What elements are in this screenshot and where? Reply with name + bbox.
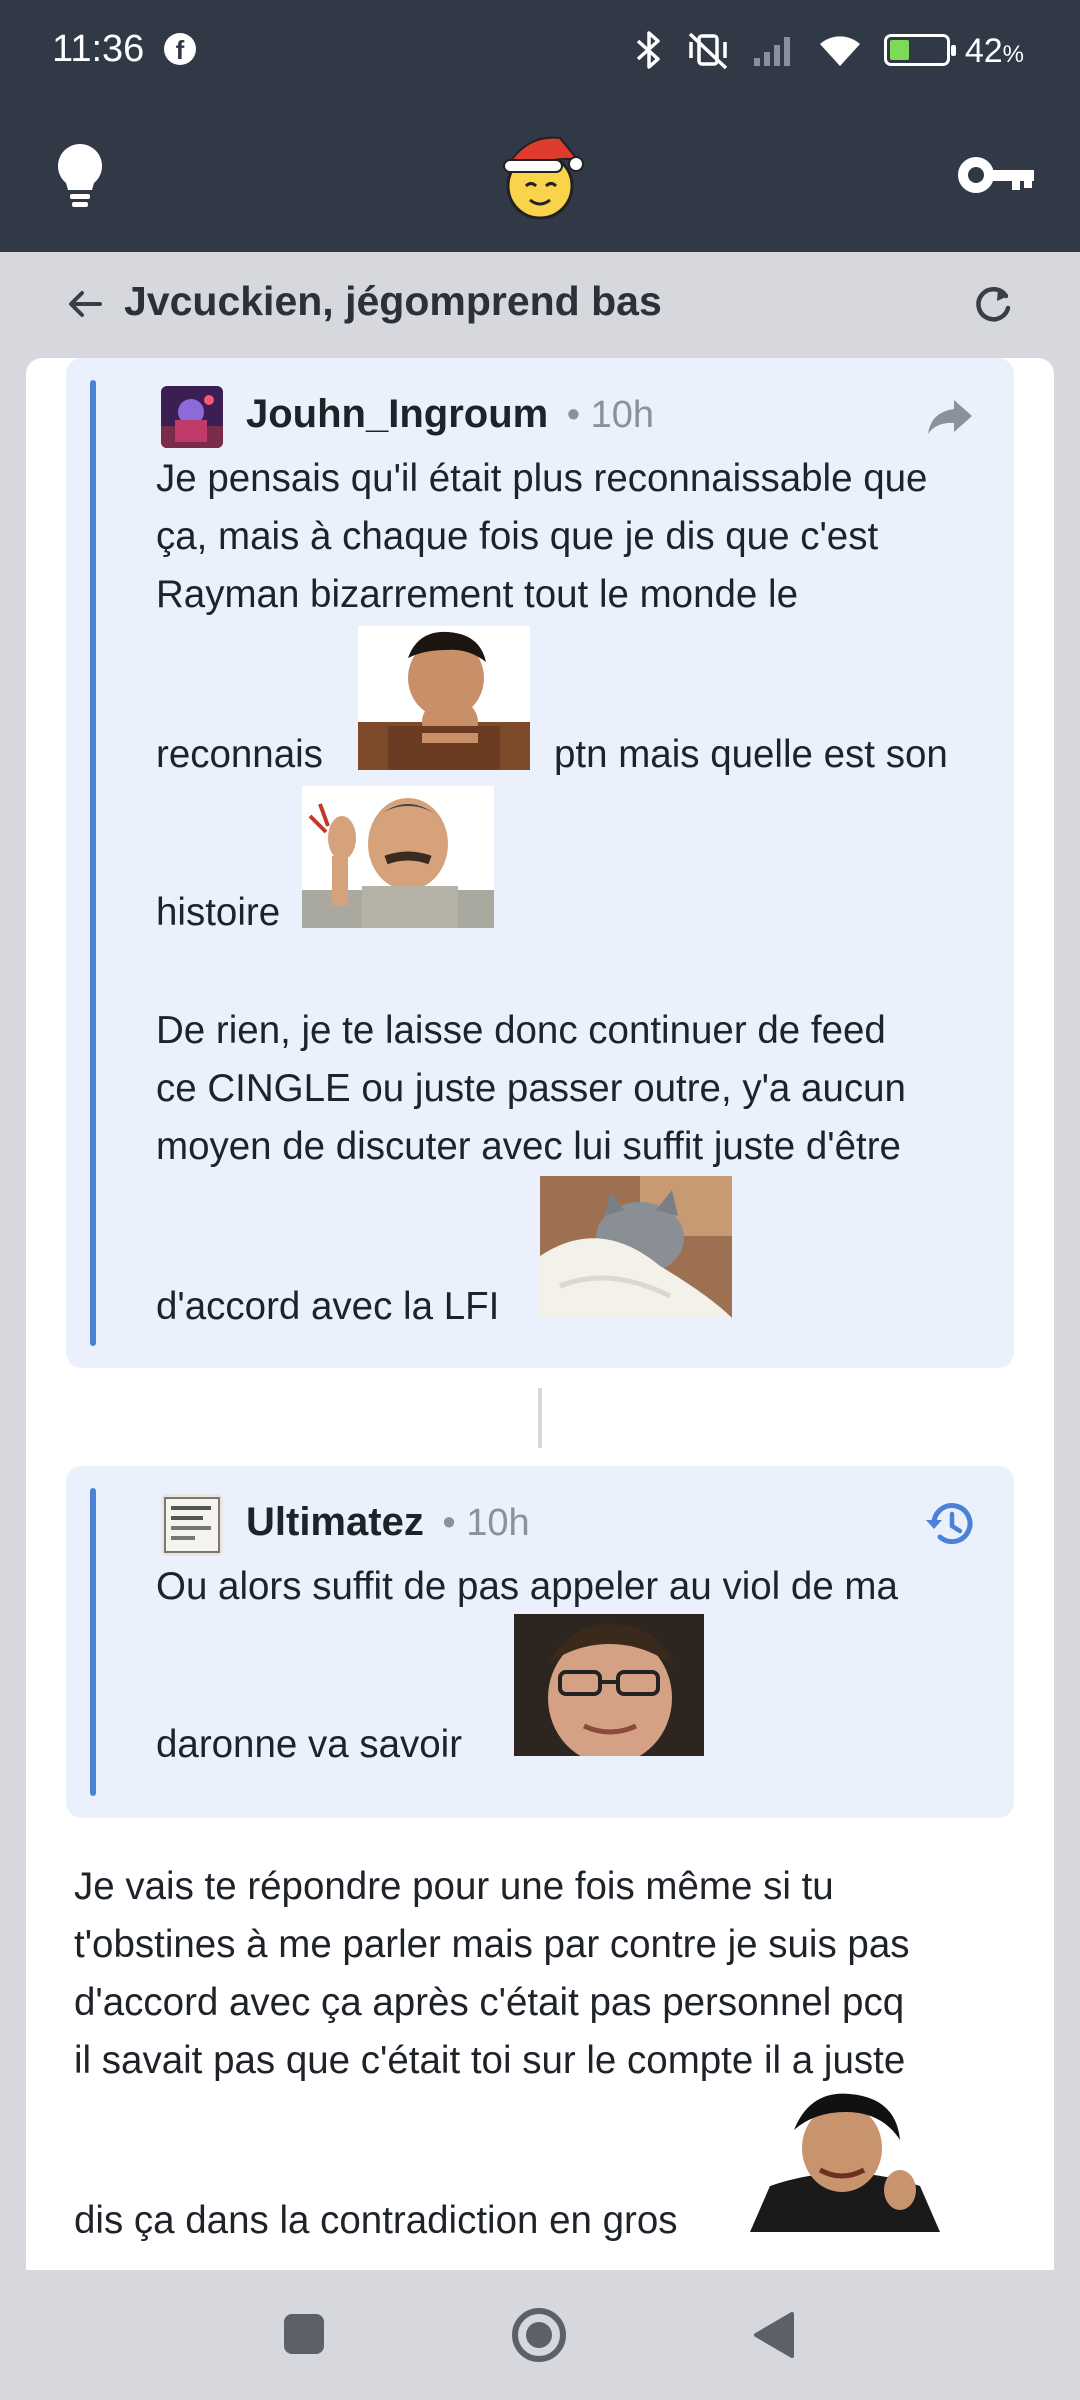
post-text-line: d'accord avec la LFI [156, 1285, 500, 1328]
message-card: Jouhn_Ingroum • 10h Je pensais qu'il éta… [26, 358, 1054, 2270]
share-arrow-icon[interactable] [922, 388, 978, 444]
bluetooth-icon [636, 31, 660, 69]
post-text-line: Rayman bizarrement tout le monde le [156, 573, 798, 616]
post-age: 10h [466, 1502, 530, 1544]
post-text-line: daronne va savoir [156, 1723, 463, 1766]
app-bar [0, 100, 1080, 252]
post-meta: • 10h [556, 394, 654, 436]
vibrate-off-icon [688, 32, 728, 70]
reply-body: Je vais te répondre pour une fois même s… [74, 1858, 1034, 2258]
quote-bar [90, 1488, 96, 1796]
quote-bar [90, 380, 96, 1346]
circle-home-icon[interactable] [510, 2306, 568, 2364]
battery-level-fill [890, 40, 910, 60]
post-author[interactable]: Jouhn_Ingroum • 10h [246, 392, 654, 437]
sticker-man-with-glasses[interactable] [514, 1614, 704, 1756]
post-text-line: Ou alors suffit de pas appeler au viol d… [156, 1565, 898, 1608]
reply-text-line: t'obstines à me parler mais par contre j… [74, 1923, 910, 1966]
thread-divider [538, 1388, 542, 1448]
facebook-icon: f [164, 33, 196, 65]
arrow-back-icon[interactable] [62, 280, 110, 328]
meta-separator: • [442, 1502, 456, 1544]
reply-text-line: il savait pas que c'était toi sur le com… [74, 2039, 906, 2082]
sticker-man-in-suit[interactable] [750, 2090, 940, 2232]
santa-hat-smiley-logo[interactable] [496, 130, 584, 222]
topic-title: Jvcuckien, jégomprend bas [124, 278, 662, 324]
signal-icon [754, 37, 790, 66]
sticker-laughing-spanish-man[interactable] [302, 786, 494, 928]
refresh-icon[interactable] [968, 280, 1018, 330]
reply-text-line: d'accord avec ça après c'était pas perso… [74, 1981, 905, 2024]
key-icon[interactable] [958, 148, 1038, 202]
post-author[interactable]: Ultimatez • 10h [246, 1500, 530, 1545]
battery-percent-unit: % [1002, 41, 1024, 68]
triangle-back-icon[interactable] [752, 2310, 796, 2360]
post-body: Ou alors suffit de pas appeler au viol d… [156, 1558, 996, 1808]
topic-header: Jvcuckien, jégomprend bas [0, 252, 1080, 358]
status-time: 11:36 [52, 28, 145, 70]
post-meta: • 10h [432, 1502, 530, 1544]
post-text-line: ce CINGLE ou juste passer outre, y'a auc… [156, 1067, 906, 1110]
battery-percent: 42% [965, 32, 1024, 71]
wifi-icon [820, 36, 860, 66]
status-bar: 11:36 f 42% [0, 0, 1080, 100]
post-text-line: moyen de discuter avec lui suffit juste … [156, 1125, 901, 1168]
system-nav-bar [0, 2270, 1080, 2400]
quoted-post: Ultimatez • 10h Ou alors suffit de pas a… [66, 1466, 1014, 1818]
post-text-line: Je pensais qu'il était plus reconnaissab… [156, 457, 928, 500]
reply-text-line: dis ça dans la contradiction en gros [74, 2199, 678, 2242]
sticker-sleeping-cat[interactable] [540, 1176, 732, 1318]
post-age: 10h [590, 394, 655, 436]
post-text-line: ptn mais quelle est son [554, 733, 948, 776]
lightbulb-icon[interactable] [52, 140, 108, 210]
post-text-line: reconnais [156, 733, 323, 776]
post-text-line: De rien, je te laisse donc continuer de … [156, 1009, 886, 1052]
reply-text-line: Je vais te répondre pour une fois même s… [74, 1865, 834, 1908]
sticker-laughing-man[interactable] [358, 626, 530, 770]
meta-separator: • [566, 394, 581, 436]
post-text-line: histoire [156, 891, 281, 934]
battery-charging-icon [884, 34, 956, 66]
status-icons [634, 30, 956, 70]
author-name[interactable]: Jouhn_Ingroum [246, 392, 548, 436]
post-body: Je pensais qu'il était plus reconnaissab… [156, 450, 996, 1350]
square-icon[interactable] [284, 2314, 324, 2354]
post-text-line: ça, mais à chaque fois que je dis que c'… [156, 515, 879, 558]
battery-percent-value: 42 [964, 32, 1003, 70]
history-icon[interactable] [922, 1496, 978, 1552]
quoted-post: Jouhn_Ingroum • 10h Je pensais qu'il éta… [66, 358, 1014, 1368]
avatar[interactable] [161, 386, 223, 448]
author-name[interactable]: Ultimatez [246, 1500, 424, 1544]
avatar[interactable] [161, 1494, 223, 1556]
